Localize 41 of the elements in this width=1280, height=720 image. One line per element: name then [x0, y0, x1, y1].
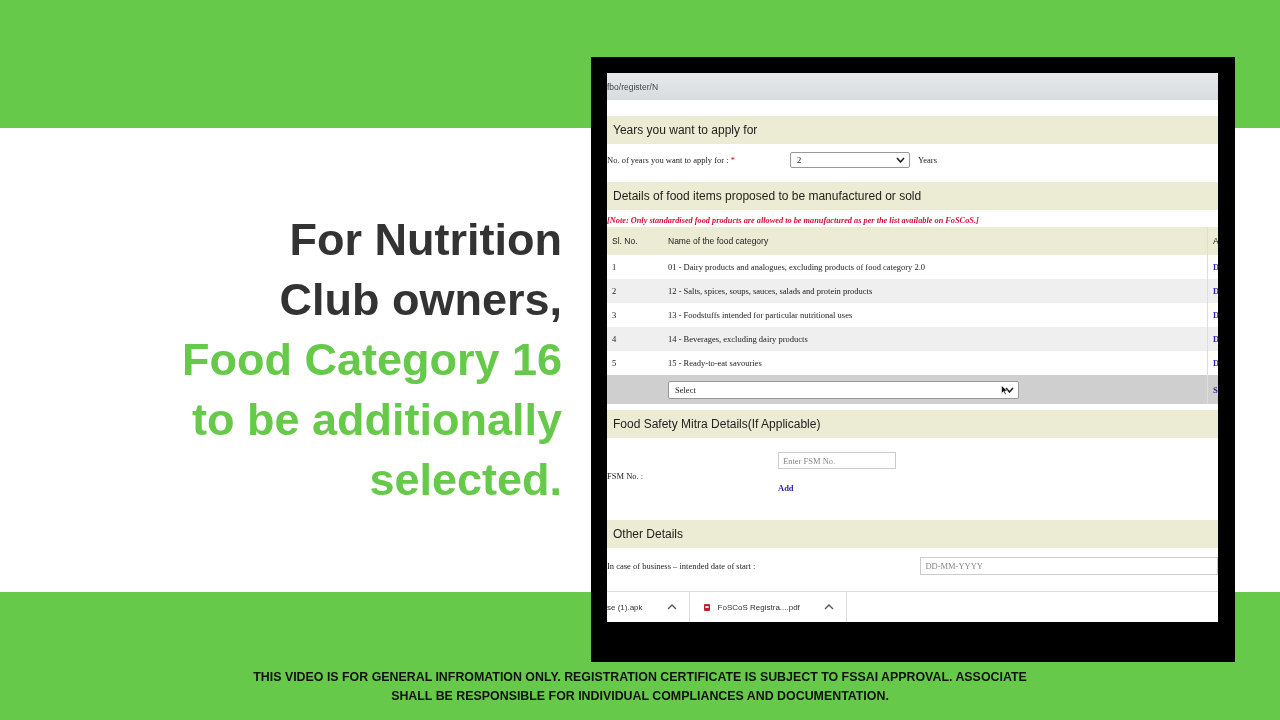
download-name[interactable]: FoSCoS Registra....pdf — [717, 602, 800, 612]
column-header: Name of the food category — [663, 227, 1208, 255]
note-text: [Note: Only standardised food products are allowed to be manufactured as per the list available on FoSCoS.] — [607, 215, 980, 227]
table-cell: 1 — [607, 255, 663, 279]
column-header: A — [1207, 227, 1218, 255]
chevron-up-icon[interactable] — [666, 604, 677, 610]
action-link[interactable]: S — [1207, 375, 1218, 404]
download-name[interactable]: se (1).apk — [607, 602, 643, 612]
field-label: No. of years you want to apply for : * — [607, 155, 736, 165]
cursor-icon — [1001, 384, 1008, 395]
headline-text: For Nutrition Club owners, — [279, 213, 562, 327]
table-cell: 13 - Foodstuffs intended for particular nutritional uses — [663, 303, 1208, 327]
fsm-input[interactable]: Enter FSM No. — [778, 452, 896, 469]
table-cell: 3 — [607, 303, 663, 327]
disclaimer-text: THIS VIDEO IS FOR GENERAL INFROMATION ONLY. REGISTRATION CERTIFICATE IS SUBJECT TO FSSAI APPROVAL. ASSOCIATE SHALL BE RESPONSIBLE FOR INDIVIDUAL COMPLIANCES AND DOCUMENTATION. — [253, 669, 1027, 705]
category-select[interactable]: Select — [668, 380, 1019, 399]
section-header: Food Safety Mitra Details(If Applicable) — [607, 410, 1218, 438]
action-link[interactable]: D — [1207, 279, 1218, 303]
table-cell: 2 — [607, 279, 663, 303]
unit-label: Years — [918, 155, 937, 165]
add-link[interactable]: Add — [778, 483, 896, 493]
date-input[interactable]: DD-MM-YYYY — [920, 557, 1218, 575]
table-cell: 14 - Beverages, excluding dairy products — [663, 327, 1208, 351]
table-cell: 12 - Salts, spices, soups, sauces, salads and protein products — [663, 279, 1208, 303]
section-header: Details of food items proposed to be manufactured or sold — [607, 182, 1218, 210]
table-cell: 4 — [607, 327, 663, 351]
chevron-up-icon[interactable] — [823, 604, 834, 610]
table-cell: 01 - Dairy products and analogues, excluding products of food category 2.0 — [663, 255, 1208, 279]
address-bar[interactable]: fbo/register/N — [607, 81, 659, 92]
caret-icon — [896, 157, 905, 163]
headline-text: Food Category 16 to be additionally selected. — [181, 333, 562, 507]
field-label: In case of business – intended date of start : — [607, 561, 757, 571]
column-header: Sl. No. — [607, 227, 663, 255]
section-header: Other Details — [607, 520, 1218, 548]
section-header: Years you want to apply for — [607, 116, 1218, 144]
table-cell: 15 - Ready-to-eat savouries — [663, 351, 1208, 375]
years-select[interactable]: 2 — [790, 152, 910, 168]
table-cell: 5 — [607, 351, 663, 375]
field-label: FSM No. : — [607, 470, 645, 481]
action-link[interactable]: D — [1207, 327, 1218, 351]
pdf-file-icon — [703, 603, 710, 611]
